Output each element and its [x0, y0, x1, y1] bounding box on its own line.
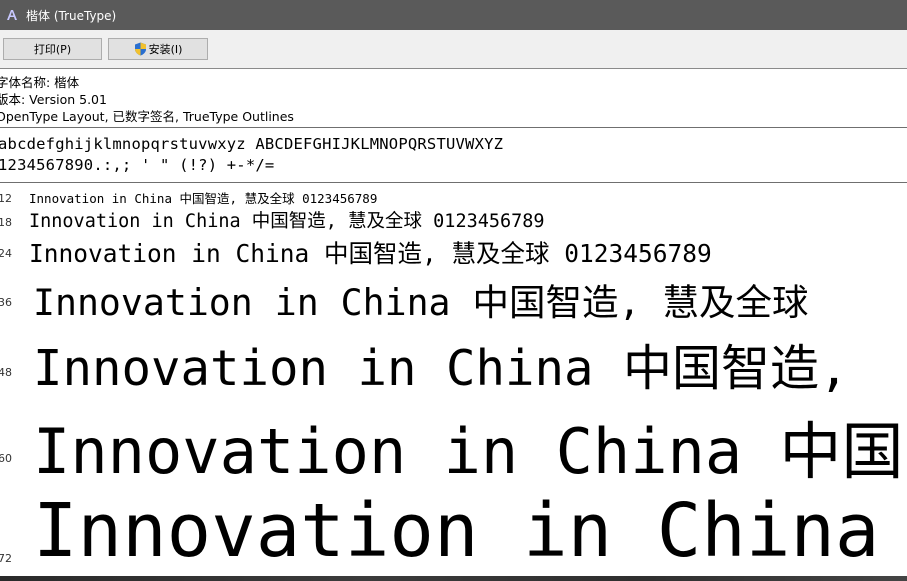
install-button[interactable]: 安装(I) — [108, 38, 208, 60]
print-button-label: 打印(P) — [33, 43, 72, 56]
sample-row-60: 60 Innovation in China 中国 — [0, 401, 907, 488]
sample-size-label: 24 — [0, 247, 12, 260]
character-set-preview: abcdefghijklmnopqrstuvwxyz ABCDEFGHIJKLM… — [0, 132, 907, 180]
divider — [0, 127, 907, 128]
sample-text: Innovation in China 中国智造, 慧及全球 — [33, 281, 809, 324]
sample-text: Innovation in China — [33, 488, 880, 574]
font-info: 字体名称: 楷体 版本: Version 5.01 OpenType Layou… — [0, 70, 907, 127]
sample-size-label: 12 — [0, 192, 12, 205]
shield-icon — [134, 42, 147, 56]
sample-row-48: 48 Innovation in China 中国智造, — [0, 329, 907, 397]
sample-size-label: 36 — [0, 296, 12, 309]
sample-text: Innovation in China 中国智造, 慧及全球 012345678… — [29, 239, 712, 268]
font-a-icon — [4, 7, 20, 23]
size-samples: 12 Innovation in China 中国智造, 慧及全球 012345… — [0, 183, 907, 576]
charset-letters: abcdefghijklmnopqrstuvwxyz ABCDEFGHIJKLM… — [0, 135, 504, 153]
sample-row-24: 24 Innovation in China 中国智造, 慧及全球 012345… — [0, 235, 907, 271]
sample-size-label: 72 — [0, 552, 12, 565]
sample-row-18: 18 Innovation in China 中国智造, 慧及全球 012345… — [0, 207, 907, 235]
sample-text: Innovation in China 中国 — [33, 415, 904, 488]
title-bar: 楷体 (TrueType) — [0, 0, 907, 30]
window-title: 楷体 (TrueType) — [26, 8, 117, 23]
sample-row-72: 72 Innovation in China — [0, 488, 907, 576]
desktop-background-strip — [0, 576, 907, 581]
sample-row-12: 12 Innovation in China 中国智造, 慧及全球 012345… — [0, 187, 907, 207]
toolbar: 打印(P) 安装(I) — [0, 30, 907, 69]
sample-text: Innovation in China 中国智造, 慧及全球 012345678… — [29, 191, 378, 206]
print-button[interactable]: 打印(P) — [3, 38, 102, 60]
font-type-line: OpenType Layout, 已数字签名, TrueType Outline… — [0, 109, 294, 124]
sample-size-label: 48 — [0, 366, 12, 379]
sample-row-36: 36 Innovation in China 中国智造, 慧及全球 — [0, 273, 907, 324]
sample-text: Innovation in China 中国智造, — [33, 340, 849, 397]
charset-digits-symbols: 1234567890.:,; ' " (!?) +-*/= — [0, 156, 275, 174]
sample-size-label: 60 — [0, 452, 12, 465]
sample-size-label: 18 — [0, 216, 12, 229]
sample-text: Innovation in China 中国智造, 慧及全球 012345678… — [29, 211, 545, 232]
install-button-label: 安装(I) — [148, 43, 183, 56]
